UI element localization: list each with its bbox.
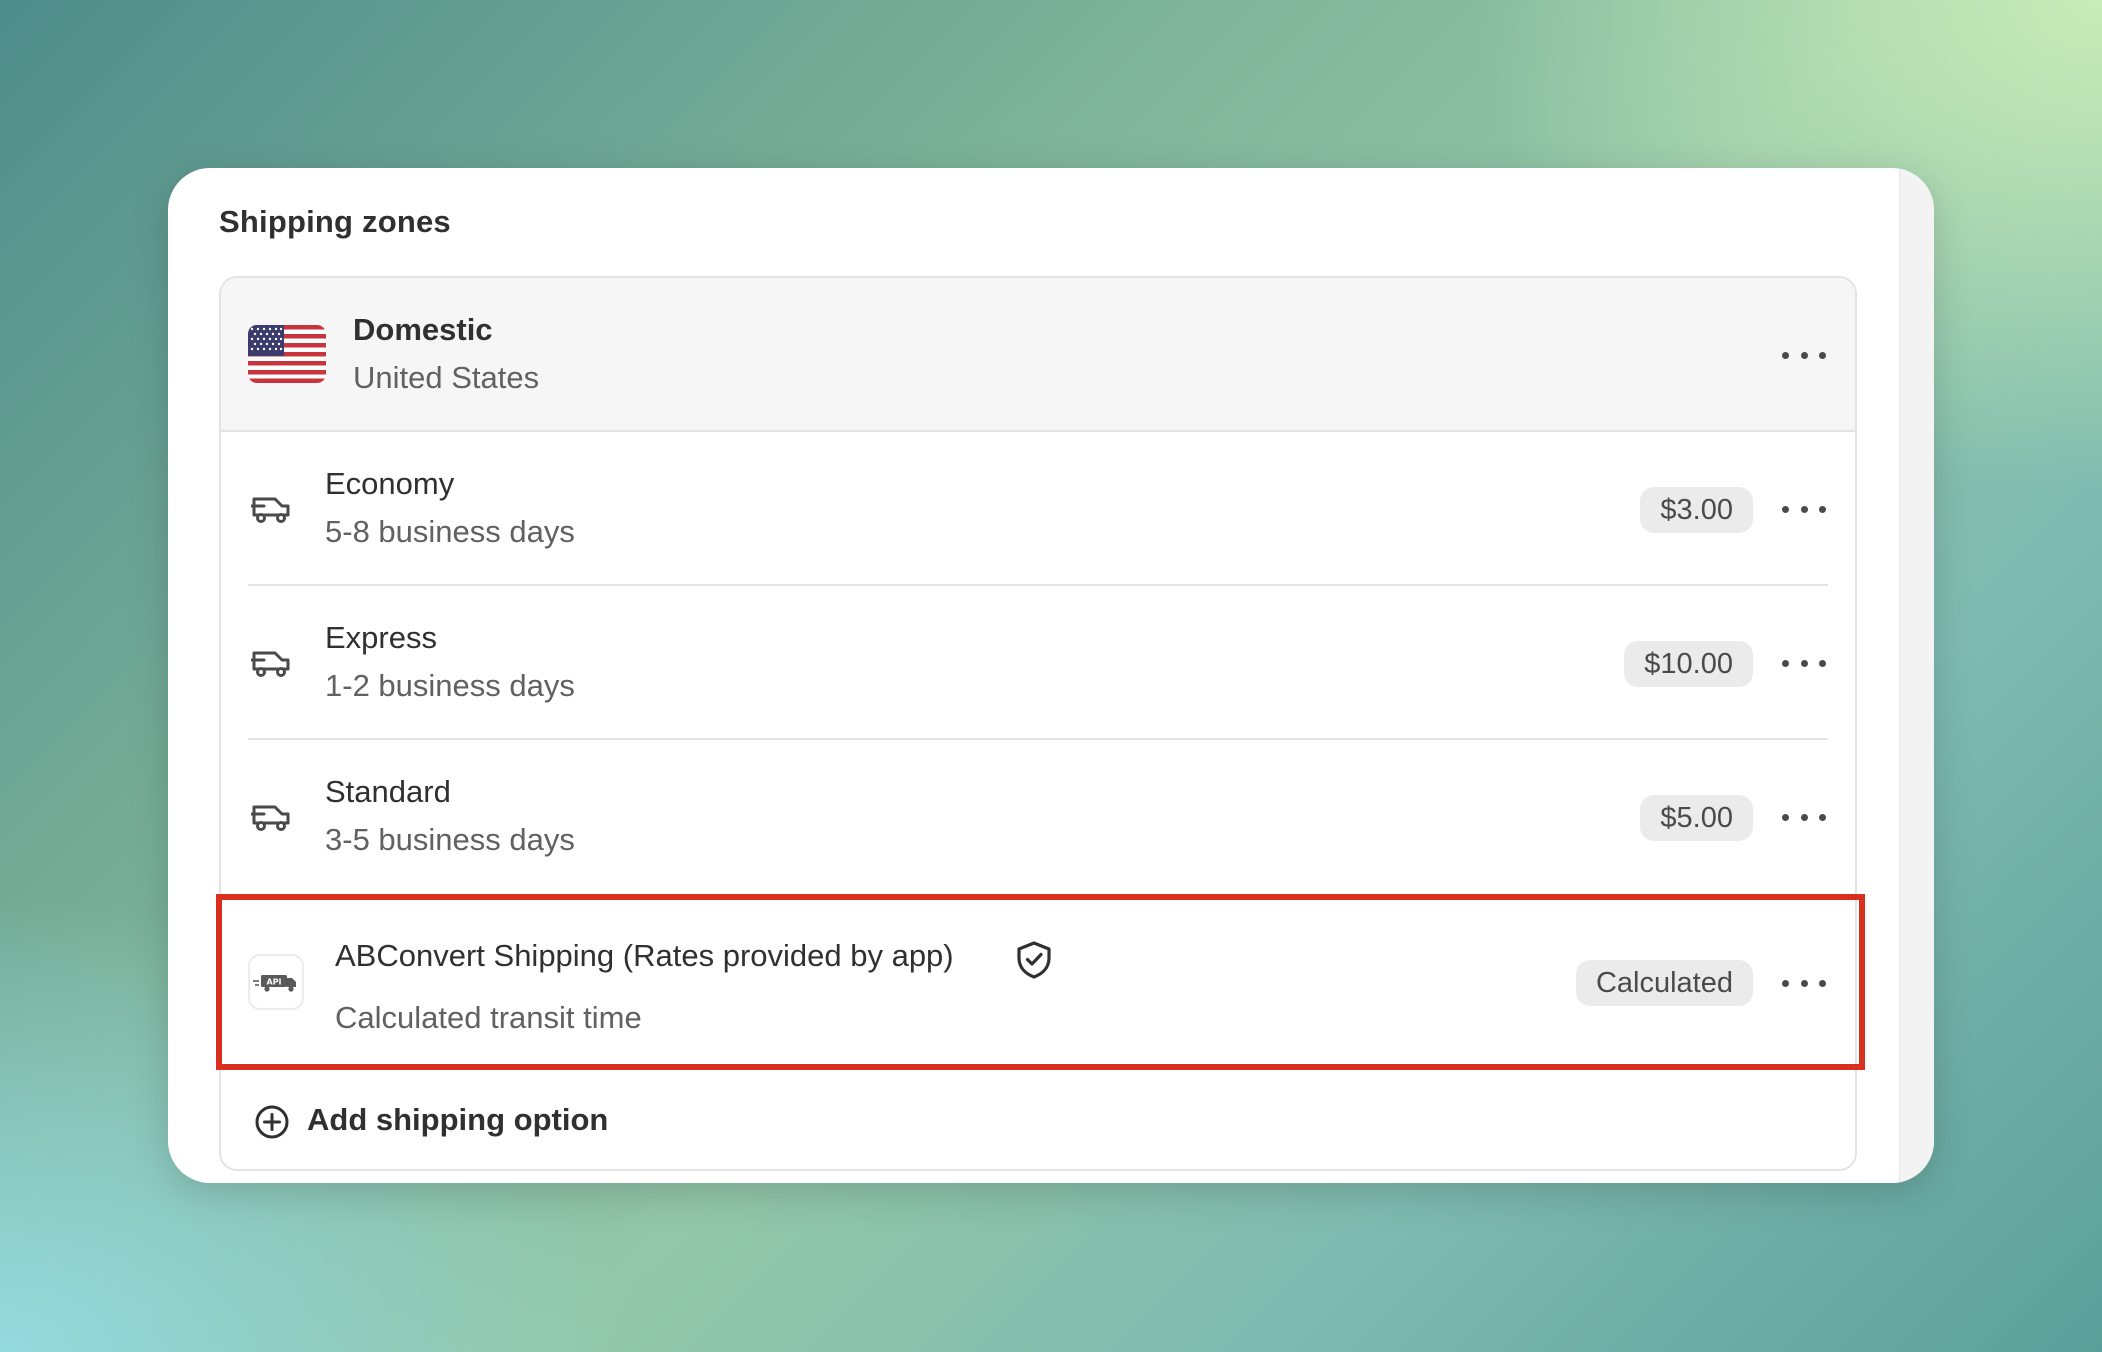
app-rate-more-actions-button[interactable] xyxy=(1782,965,1826,1001)
zone-container: Domestic United States Economy 5-8 busin… xyxy=(219,276,1857,1171)
add-shipping-option-button[interactable]: Add shipping option xyxy=(307,1102,608,1138)
dot-icon xyxy=(1782,351,1789,359)
rate-name: Economy xyxy=(325,466,455,501)
svg-text:API: API xyxy=(266,978,281,987)
section-title: Shipping zones xyxy=(219,204,451,239)
app-rate-transit-time: Calculated transit time xyxy=(335,1000,642,1035)
rate-price-badge: $10.00 xyxy=(1624,641,1753,687)
rate-row-abconvert-app[interactable]: API ABConvert Shipping (Rates provided b… xyxy=(221,894,1855,1072)
zone-header: Domestic United States xyxy=(221,278,1855,432)
rate-more-actions-button[interactable] xyxy=(1782,491,1826,527)
rate-more-actions-button[interactable] xyxy=(1782,799,1826,835)
zone-name: Domestic xyxy=(353,312,493,347)
dot-icon xyxy=(1819,505,1826,513)
dot-icon xyxy=(1800,813,1808,821)
plus-circle-icon[interactable] xyxy=(254,1104,290,1140)
rate-name: Standard xyxy=(325,774,451,809)
dot-icon xyxy=(1782,813,1789,821)
dot-icon xyxy=(1782,659,1789,667)
app-rate-name: ABConvert Shipping (Rates provided by ap… xyxy=(335,938,954,973)
rate-price-badge: $3.00 xyxy=(1640,487,1753,533)
api-truck-logo-icon: API xyxy=(248,954,304,1010)
scrollbar-track[interactable] xyxy=(1899,168,1934,1183)
dot-icon xyxy=(1819,813,1826,821)
truck-icon xyxy=(251,805,290,831)
add-shipping-option-row[interactable]: Add shipping option xyxy=(221,1072,1855,1169)
verified-shield-icon xyxy=(1017,941,1051,979)
zone-more-actions-button[interactable] xyxy=(1782,337,1826,373)
dot-icon xyxy=(1819,659,1826,667)
zone-country: United States xyxy=(353,360,540,395)
dot-icon xyxy=(1800,351,1808,359)
rate-row-express[interactable]: Express 1-2 business days $10.00 xyxy=(221,586,1855,740)
truck-icon xyxy=(251,651,290,677)
rate-more-actions-button[interactable] xyxy=(1782,645,1826,681)
rate-price-badge: $5.00 xyxy=(1640,795,1753,841)
dot-icon xyxy=(1819,351,1826,359)
dot-icon xyxy=(1819,979,1826,987)
dot-icon xyxy=(1800,505,1808,513)
rate-row-economy[interactable]: Economy 5-8 business days $3.00 xyxy=(221,432,1855,586)
dot-icon xyxy=(1782,979,1789,987)
dot-icon xyxy=(1800,659,1808,667)
shipping-zones-card: Shipping zones Domestic United States Ec… xyxy=(168,168,1934,1183)
rate-transit-time: 3-5 business days xyxy=(325,822,575,857)
rate-transit-time: 5-8 business days xyxy=(325,514,575,549)
rate-row-standard[interactable]: Standard 3-5 business days $5.00 xyxy=(221,740,1855,894)
rate-name: Express xyxy=(325,620,437,655)
truck-icon xyxy=(251,497,290,523)
dot-icon xyxy=(1800,979,1808,987)
rate-transit-time: 1-2 business days xyxy=(325,668,575,703)
app-rate-price-badge: Calculated xyxy=(1575,960,1753,1006)
us-flag-icon xyxy=(248,325,326,383)
dot-icon xyxy=(1782,505,1789,513)
